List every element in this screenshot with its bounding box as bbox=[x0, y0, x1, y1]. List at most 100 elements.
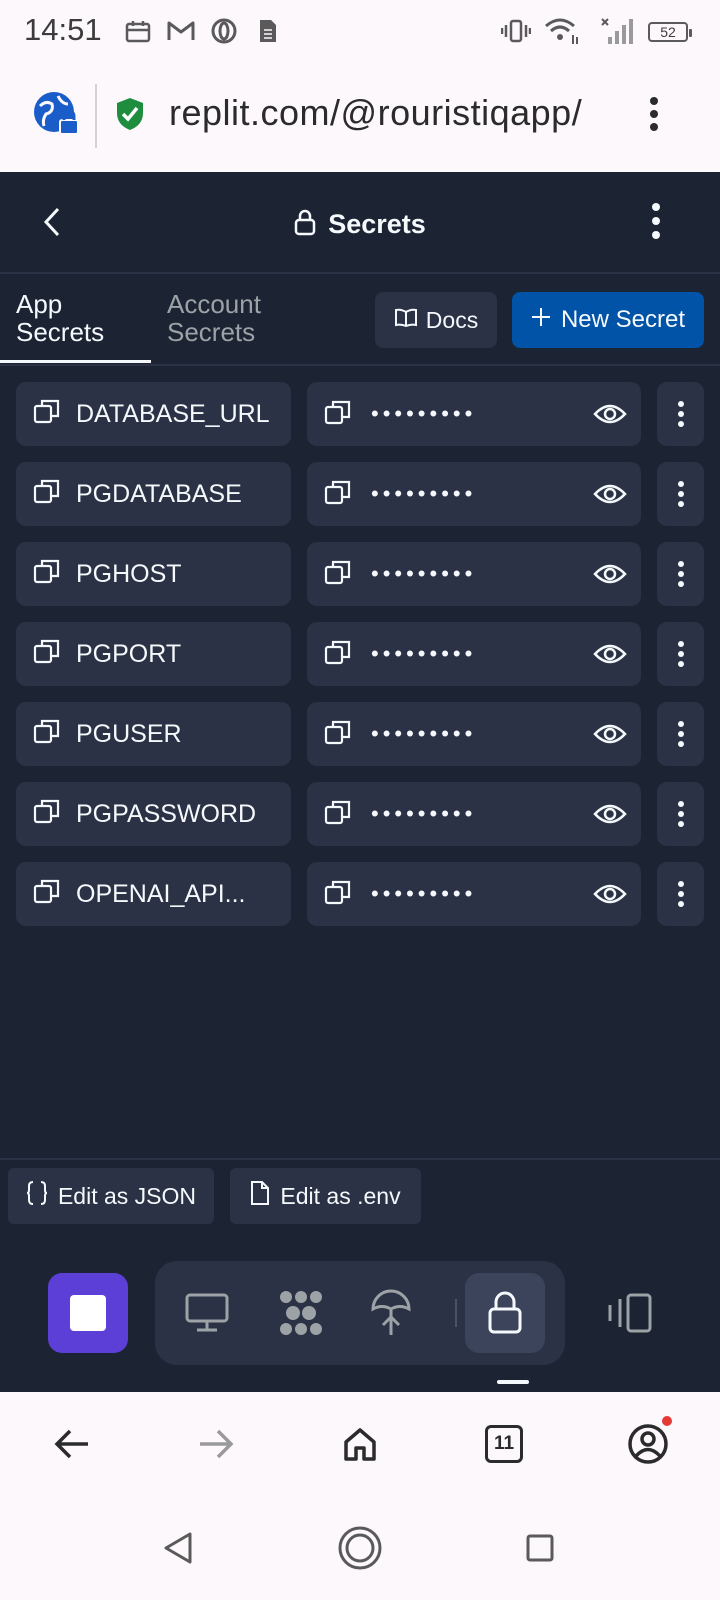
eye-icon[interactable] bbox=[593, 398, 627, 435]
copy-icon[interactable] bbox=[323, 637, 353, 672]
copy-icon[interactable] bbox=[323, 717, 353, 752]
secret-key[interactable]: PGHOST bbox=[16, 542, 291, 606]
secret-key[interactable]: PGDATABASE bbox=[16, 462, 291, 526]
edit-as-json-label: Edit as JSON bbox=[57, 1182, 197, 1209]
eye-icon[interactable] bbox=[593, 478, 627, 515]
copy-icon[interactable] bbox=[32, 716, 62, 753]
lock-icon bbox=[294, 208, 316, 243]
secret-key[interactable]: DATABASE_URL bbox=[16, 382, 291, 446]
book-icon bbox=[394, 307, 418, 334]
secrets-lock-icon[interactable] bbox=[465, 1273, 545, 1353]
battery-icon: 52 bbox=[648, 22, 692, 42]
row-menu-icon[interactable] bbox=[657, 702, 704, 766]
edit-as-json-button[interactable]: Edit as JSON bbox=[8, 1168, 214, 1224]
copy-icon[interactable] bbox=[32, 636, 62, 673]
browser-address-bar: replit.com/@rouristiqapp/ bbox=[0, 62, 720, 172]
system-back-icon[interactable] bbox=[150, 1520, 206, 1576]
system-home-icon[interactable] bbox=[332, 1520, 388, 1576]
dock-separator bbox=[455, 1299, 457, 1327]
row-menu-icon[interactable] bbox=[657, 782, 704, 846]
docs-label: Docs bbox=[425, 306, 479, 333]
stop-icon bbox=[70, 1295, 106, 1331]
eye-icon[interactable] bbox=[593, 878, 627, 915]
copy-icon[interactable] bbox=[32, 796, 62, 833]
eye-icon[interactable] bbox=[593, 558, 627, 595]
edit-bar-divider bbox=[0, 1158, 720, 1160]
tab-account-secrets[interactable]: Account Secrets bbox=[167, 290, 261, 346]
secrets-header: Secrets bbox=[0, 172, 720, 274]
panels-icon[interactable] bbox=[604, 1291, 654, 1337]
tab-app-secrets[interactable]: App Secrets bbox=[16, 290, 104, 346]
row-menu-icon[interactable] bbox=[657, 542, 704, 606]
active-tab-indicator bbox=[0, 360, 151, 363]
home-icon[interactable] bbox=[332, 1416, 388, 1472]
calendar-icon bbox=[124, 16, 152, 46]
secret-value-mask: ••••••••• bbox=[371, 561, 477, 586]
page-title: Secrets bbox=[0, 208, 720, 243]
secret-value[interactable]: ••••••••• bbox=[307, 542, 641, 606]
docs-button[interactable]: Docs bbox=[375, 292, 497, 348]
secret-value-mask: ••••••••• bbox=[371, 401, 477, 426]
eye-icon[interactable] bbox=[593, 798, 627, 835]
secret-value-mask: ••••••••• bbox=[371, 801, 477, 826]
system-nav-bar bbox=[0, 1496, 720, 1600]
copy-icon[interactable] bbox=[32, 396, 62, 433]
secret-value[interactable]: ••••••••• bbox=[307, 382, 641, 446]
row-menu-icon[interactable] bbox=[657, 622, 704, 686]
copy-icon[interactable] bbox=[323, 877, 353, 912]
eye-icon[interactable] bbox=[593, 718, 627, 755]
copy-icon[interactable] bbox=[323, 797, 353, 832]
secret-key[interactable]: OPENAI_API... bbox=[16, 862, 291, 926]
row-menu-icon[interactable] bbox=[657, 462, 704, 526]
secret-value[interactable]: ••••••••• bbox=[307, 862, 641, 926]
secret-row: PGPASSWORD ••••••••• bbox=[16, 782, 704, 846]
secret-value[interactable]: ••••••••• bbox=[307, 622, 641, 686]
profile-icon[interactable] bbox=[620, 1416, 676, 1472]
url-field[interactable]: replit.com/@rouristiqapp/ bbox=[169, 92, 624, 134]
secret-value[interactable]: ••••••••• bbox=[307, 782, 641, 846]
tab-switcher-button[interactable]: 11 bbox=[476, 1416, 532, 1472]
new-secret-button[interactable]: New Secret bbox=[512, 292, 704, 348]
row-menu-icon[interactable] bbox=[657, 862, 704, 926]
copy-icon[interactable] bbox=[32, 556, 62, 593]
vibrate-icon bbox=[500, 16, 532, 46]
webview-monitor-icon[interactable] bbox=[167, 1273, 247, 1353]
secret-key[interactable]: PGPORT bbox=[16, 622, 291, 686]
secret-value[interactable]: ••••••••• bbox=[307, 702, 641, 766]
system-recents-icon[interactable] bbox=[512, 1520, 568, 1576]
copy-icon[interactable] bbox=[323, 397, 353, 432]
back-arrow-icon[interactable] bbox=[44, 1416, 100, 1472]
secret-row: DATABASE_URL ••••••••• bbox=[16, 382, 704, 446]
packages-icon[interactable] bbox=[261, 1273, 341, 1353]
new-secret-label: New Secret bbox=[560, 306, 686, 333]
secret-key[interactable]: PGUSER bbox=[16, 702, 291, 766]
secret-row: PGUSER ••••••••• bbox=[16, 702, 704, 766]
site-info-globe-lock-icon[interactable] bbox=[32, 90, 82, 140]
tab-count: 11 bbox=[485, 1425, 523, 1463]
shield-check-icon bbox=[115, 96, 149, 134]
eye-icon[interactable] bbox=[593, 638, 627, 675]
braces-icon bbox=[26, 1180, 48, 1212]
tab-app-secrets-line2: Secrets bbox=[16, 317, 105, 347]
wifi-icon bbox=[544, 16, 580, 46]
deploy-icon[interactable] bbox=[351, 1273, 431, 1353]
copy-icon[interactable] bbox=[323, 557, 353, 592]
secret-value[interactable]: ••••••••• bbox=[307, 462, 641, 526]
forward-arrow-icon[interactable] bbox=[188, 1416, 244, 1472]
signal-icon bbox=[600, 16, 634, 46]
secret-key[interactable]: PGPASSWORD bbox=[16, 782, 291, 846]
header-menu-icon[interactable] bbox=[650, 202, 670, 242]
copy-icon[interactable] bbox=[323, 477, 353, 512]
copy-icon[interactable] bbox=[32, 476, 62, 513]
browser-menu-icon[interactable] bbox=[648, 96, 680, 136]
secret-value-mask: ••••••••• bbox=[371, 641, 477, 666]
secret-row: PGHOST ••••••••• bbox=[16, 542, 704, 606]
stop-button[interactable] bbox=[48, 1273, 128, 1353]
page-title-text: Secrets bbox=[328, 209, 426, 239]
edit-as-env-button[interactable]: Edit as .env bbox=[230, 1168, 421, 1224]
copy-icon[interactable] bbox=[32, 876, 62, 913]
dock-indicator bbox=[497, 1380, 529, 1384]
plus-icon bbox=[531, 306, 551, 334]
tab-account-secrets-line2: Secrets bbox=[167, 317, 256, 347]
row-menu-icon[interactable] bbox=[657, 382, 704, 446]
